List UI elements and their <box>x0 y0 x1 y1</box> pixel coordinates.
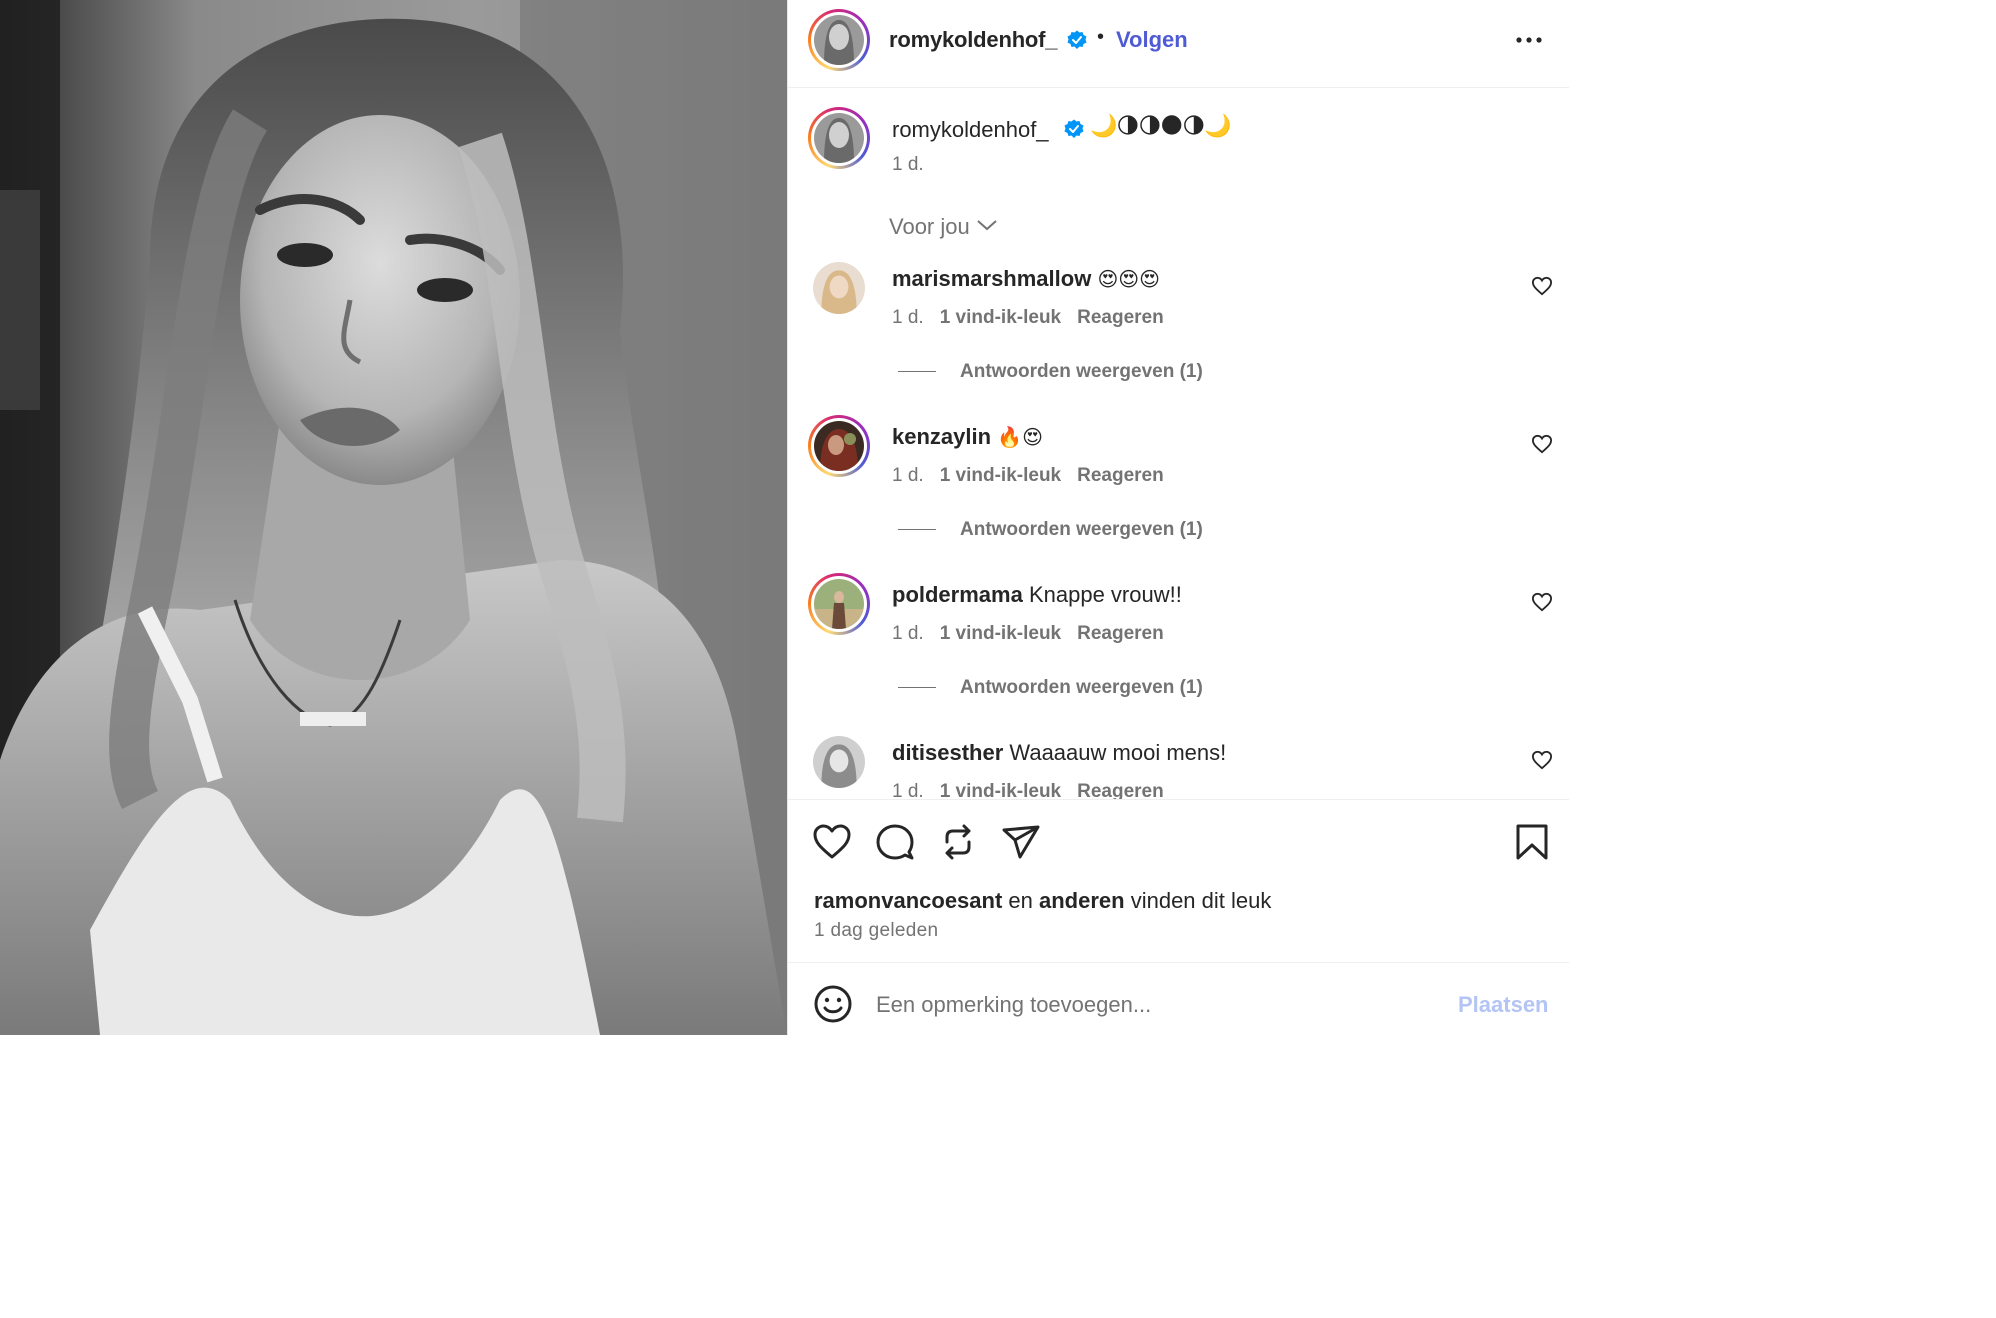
post-header: romykoldenhof_ • Volgen <box>788 0 1569 88</box>
view-replies-label: Antwoorden weergeven (1) <box>960 519 1203 540</box>
caption-avatar-image <box>814 113 864 163</box>
post-comment-button[interactable]: Plaatsen <box>1458 992 1549 1018</box>
reply-button[interactable]: Reageren <box>1077 781 1164 799</box>
comment-text: ditisesther Waaaauw mooi mens! <box>892 740 1226 766</box>
comment-meta: 1 d. 1 vind-ik-leuk Reageren <box>892 623 1164 645</box>
likes-summary: ramonvancoesant en anderen vinden dit le… <box>814 888 1271 914</box>
caption-text: 🌙🌗🌗🌑🌗🌙 <box>1090 114 1232 139</box>
comment-text: poldermama Knappe vrouw!! <box>892 582 1182 608</box>
commenter-avatar[interactable] <box>808 573 870 635</box>
comment-likes[interactable]: 1 vind-ik-leuk <box>940 781 1061 799</box>
reply-button[interactable]: Reageren <box>1077 623 1164 644</box>
comment-likes[interactable]: 1 vind-ik-leuk <box>940 623 1061 644</box>
comment-body: Knappe vrouw!! <box>1028 582 1182 607</box>
commenter-username[interactable]: poldermama <box>892 582 1023 607</box>
comments-list[interactable]: marismarshmallow 😍😍😍 1 d. 1 vind-ik-leuk R… <box>788 250 1569 799</box>
comment-sort-label: Voor jou <box>889 214 970 239</box>
comment-time: 1 d. <box>892 465 924 486</box>
comment-meta: 1 d. 1 vind-ik-leuk Reageren <box>892 307 1164 329</box>
commenter-avatar-image <box>813 262 865 314</box>
comment-meta: 1 d. 1 vind-ik-leuk Reageren <box>892 781 1164 799</box>
comment-text: kenzaylin 🔥😍 <box>892 424 1043 450</box>
comment-text: marismarshmallow 😍😍😍 <box>892 266 1160 292</box>
commenter-avatar-image <box>814 579 864 629</box>
reply-button[interactable]: Reageren <box>1077 465 1164 486</box>
more-options-icon[interactable] <box>1514 28 1544 52</box>
post-timestamp[interactable]: 1 dag geleden <box>814 920 938 942</box>
author-avatar-image <box>814 15 864 65</box>
likes-connector: en <box>1002 888 1039 913</box>
commenter-avatar-image <box>813 736 865 788</box>
commenter-avatar[interactable] <box>808 415 870 477</box>
comment-time: 1 d. <box>892 307 924 328</box>
bookmark-icon[interactable] <box>1512 822 1552 862</box>
heart-icon[interactable] <box>1531 276 1553 296</box>
heart-icon[interactable] <box>1531 434 1553 454</box>
comment-body: Waaaauw mooi mens! <box>1009 740 1227 765</box>
replies-divider <box>898 371 936 372</box>
heart-icon[interactable] <box>1531 592 1553 612</box>
comment-time: 1 d. <box>892 623 924 644</box>
comment-item: ditisesther Waaaauw mooi mens! 1 d. 1 vin… <box>788 736 1569 799</box>
comment-likes[interactable]: 1 vind-ik-leuk <box>940 307 1061 328</box>
post-side-panel: romykoldenhof_ • Volgen romykoldenhof_ 🌙… <box>787 0 1569 1035</box>
view-replies-button[interactable]: Antwoorden weergeven (1) <box>898 677 1203 699</box>
view-replies-button[interactable]: Antwoorden weergeven (1) <box>898 361 1203 383</box>
comment-meta: 1 d. 1 vind-ik-leuk Reageren <box>892 465 1164 487</box>
comment-item: marismarshmallow 😍😍😍 1 d. 1 vind-ik-leuk R… <box>788 262 1569 420</box>
author-username[interactable]: romykoldenhof_ <box>889 27 1058 53</box>
like-heart-icon[interactable] <box>812 822 852 862</box>
replies-divider <box>898 687 936 688</box>
commenter-username[interactable]: kenzaylin <box>892 424 991 449</box>
comment-sort-dropdown[interactable]: Voor jou <box>889 214 998 240</box>
commenter-avatar-image <box>814 421 864 471</box>
commenter-avatar[interactable] <box>813 736 865 788</box>
chevron-down-icon <box>977 220 997 231</box>
caption-author-avatar[interactable] <box>808 107 870 169</box>
verified-badge-icon <box>1064 119 1084 138</box>
comment-item: poldermama Knappe vrouw!! 1 d. 1 vind-ik-… <box>788 573 1569 736</box>
liked-by-others[interactable]: anderen <box>1039 888 1125 913</box>
verified-badge-icon <box>1067 30 1087 49</box>
heart-icon[interactable] <box>1531 750 1553 770</box>
comment-time: 1 d. <box>892 781 924 799</box>
view-replies-label: Antwoorden weergeven (1) <box>960 361 1203 382</box>
caption-timestamp: 1 d. <box>892 154 924 175</box>
author-avatar[interactable] <box>808 9 870 71</box>
follow-button[interactable]: Volgen <box>1116 27 1188 53</box>
emoji-smiley-icon[interactable] <box>813 984 853 1024</box>
add-comment-bar: Plaatsen <box>788 963 1569 1035</box>
share-send-icon[interactable] <box>1001 822 1041 862</box>
post-photo[interactable] <box>0 0 787 1035</box>
comment-emoji: 😍😍😍 <box>1097 267 1160 291</box>
header-separator: • <box>1097 26 1105 48</box>
caption-username[interactable]: romykoldenhof_ <box>892 117 1049 143</box>
likes-suffix: vinden dit leuk <box>1124 888 1272 913</box>
comment-likes[interactable]: 1 vind-ik-leuk <box>940 465 1061 486</box>
view-replies-button[interactable]: Antwoorden weergeven (1) <box>898 519 1203 541</box>
replies-divider <box>898 529 936 530</box>
commenter-username[interactable]: ditisesther <box>892 740 1003 765</box>
post-image <box>0 0 787 1035</box>
commenter-username[interactable]: marismarshmallow <box>892 266 1091 291</box>
comment-bubble-icon[interactable] <box>875 822 915 862</box>
liked-by-user[interactable]: ramonvancoesant <box>814 888 1002 913</box>
comment-item: kenzaylin 🔥😍 1 d. 1 vind-ik-leuk Reageren … <box>788 415 1569 578</box>
repost-icon[interactable] <box>938 822 978 862</box>
view-replies-label: Antwoorden weergeven (1) <box>960 677 1203 698</box>
post-actions: ramonvancoesant en anderen vinden dit le… <box>788 799 1569 963</box>
reply-button[interactable]: Reageren <box>1077 307 1164 328</box>
comment-input[interactable] <box>876 985 1436 1025</box>
comment-emoji: 🔥😍 <box>997 425 1043 449</box>
commenter-avatar[interactable] <box>813 262 865 314</box>
